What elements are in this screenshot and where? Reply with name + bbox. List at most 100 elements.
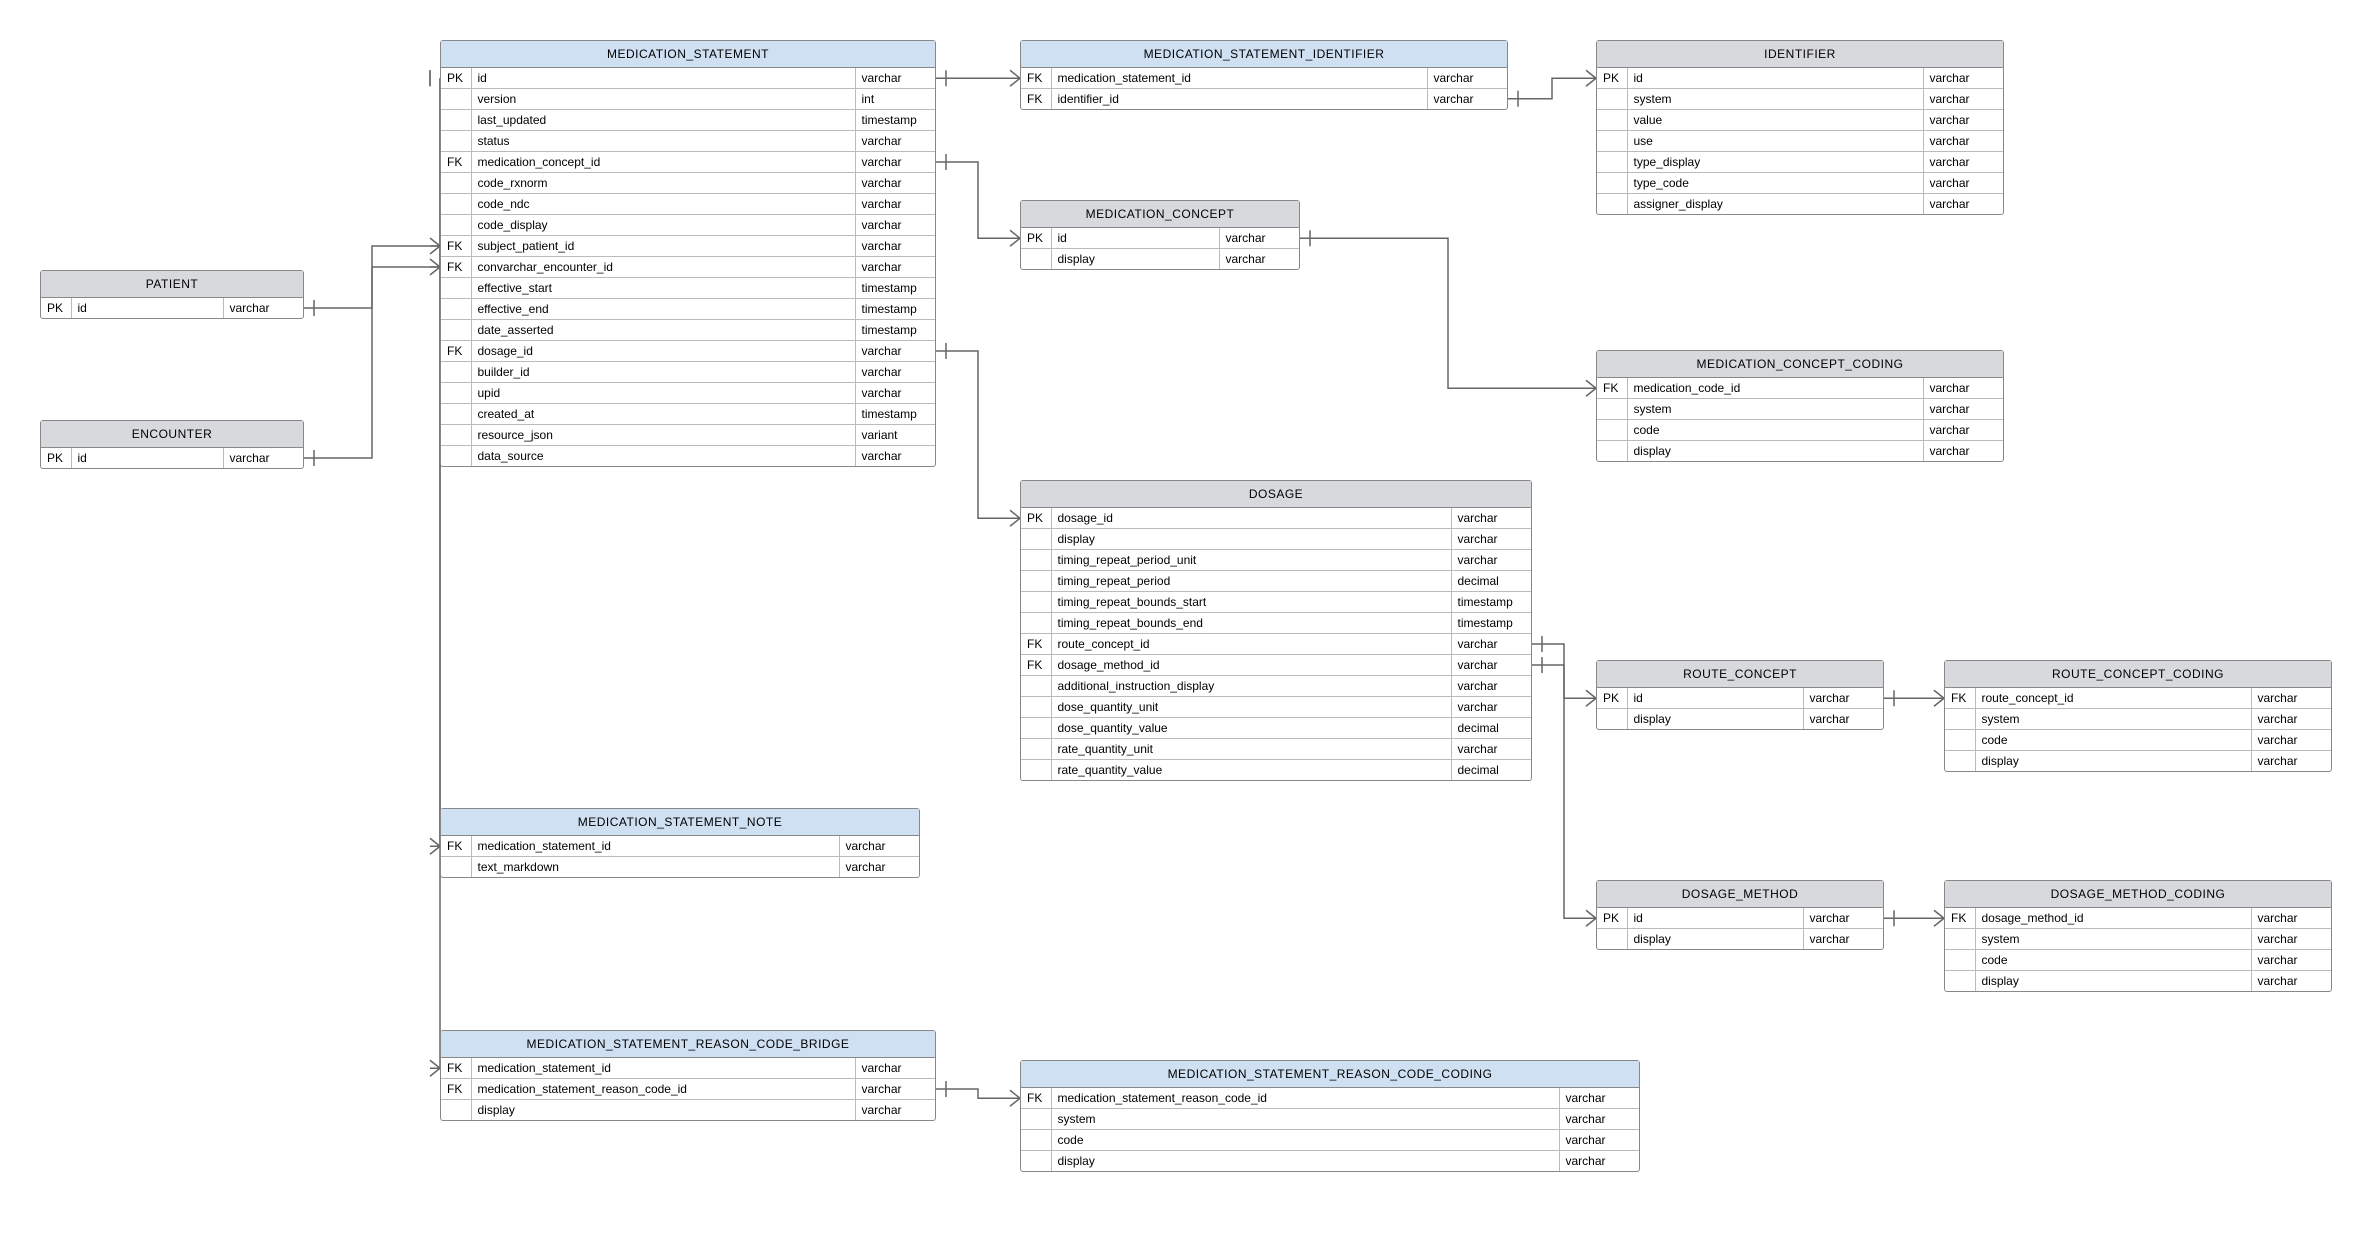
column-type: varchar bbox=[2251, 929, 2331, 950]
column-type: varchar bbox=[1451, 529, 1531, 550]
entity-patient[interactable]: PATIENTPKidvarchar bbox=[40, 270, 304, 319]
column-row: FKroute_concept_idvarchar bbox=[1021, 634, 1531, 655]
column-key bbox=[1021, 697, 1051, 718]
entity-medication_concept[interactable]: MEDICATION_CONCEPTPKidvarchardisplayvarc… bbox=[1020, 200, 1300, 270]
column-name: route_concept_id bbox=[1975, 688, 2251, 709]
column-type: varchar bbox=[855, 131, 935, 152]
column-name: id bbox=[1051, 228, 1219, 249]
column-key: FK bbox=[441, 836, 471, 857]
column-row: dose_quantity_unitvarchar bbox=[1021, 697, 1531, 718]
column-row: displayvarchar bbox=[1597, 441, 2003, 462]
column-name: route_concept_id bbox=[1051, 634, 1451, 655]
entity-title: DOSAGE bbox=[1021, 481, 1531, 508]
column-type: varchar bbox=[1219, 228, 1299, 249]
column-name: medication_statement_reason_code_id bbox=[471, 1079, 855, 1100]
column-key bbox=[1597, 441, 1627, 462]
entity-title: ENCOUNTER bbox=[41, 421, 303, 448]
entity-medication_statement[interactable]: MEDICATION_STATEMENTPKidvarcharversionin… bbox=[440, 40, 936, 467]
column-key: PK bbox=[41, 448, 71, 468]
entity-dosage[interactable]: DOSAGEPKdosage_idvarchardisplayvarcharti… bbox=[1020, 480, 1532, 781]
column-row: FKconvarchar_encounter_idvarchar bbox=[441, 257, 935, 278]
entity-route_concept[interactable]: ROUTE_CONCEPTPKidvarchardisplayvarchar bbox=[1596, 660, 1884, 730]
entity-medication_concept_coding[interactable]: MEDICATION_CONCEPT_CODINGFKmedication_co… bbox=[1596, 350, 2004, 462]
entity-dosage_method[interactable]: DOSAGE_METHODPKidvarchardisplayvarchar bbox=[1596, 880, 1884, 950]
entity-title: IDENTIFIER bbox=[1597, 41, 2003, 68]
column-row: FKmedication_code_idvarchar bbox=[1597, 378, 2003, 399]
column-row: systemvarchar bbox=[1597, 89, 2003, 110]
column-row: upidvarchar bbox=[441, 383, 935, 404]
column-key bbox=[1945, 971, 1975, 992]
column-name: convarchar_encounter_id bbox=[471, 257, 855, 278]
column-key bbox=[1021, 676, 1051, 697]
column-name: text_markdown bbox=[471, 857, 839, 878]
column-row: assigner_displayvarchar bbox=[1597, 194, 2003, 215]
column-type: varchar bbox=[1923, 131, 2003, 152]
column-row: systemvarchar bbox=[1945, 929, 2331, 950]
column-row: PKidvarchar bbox=[441, 68, 935, 89]
column-key bbox=[441, 131, 471, 152]
column-name: code bbox=[1051, 1130, 1559, 1151]
entity-medication_statement_identifier[interactable]: MEDICATION_STATEMENT_IDENTIFIERFKmedicat… bbox=[1020, 40, 1508, 110]
column-type: varchar bbox=[2251, 709, 2331, 730]
column-key: FK bbox=[1597, 378, 1627, 399]
column-name: timing_repeat_bounds_start bbox=[1051, 592, 1451, 613]
column-type: varchar bbox=[1559, 1109, 1639, 1130]
entity-title: MEDICATION_STATEMENT_NOTE bbox=[441, 809, 919, 836]
column-type: varchar bbox=[2251, 751, 2331, 772]
er-diagram-canvas: PATIENTPKidvarcharENCOUNTERPKidvarcharME… bbox=[0, 0, 2370, 1256]
column-name: value bbox=[1627, 110, 1923, 131]
column-row: displayvarchar bbox=[441, 1100, 935, 1121]
column-row: FKdosage_method_idvarchar bbox=[1021, 655, 1531, 676]
column-type: varchar bbox=[1451, 697, 1531, 718]
column-type: timestamp bbox=[855, 320, 935, 341]
column-row: FKroute_concept_idvarchar bbox=[1945, 688, 2331, 709]
column-row: code_rxnormvarchar bbox=[441, 173, 935, 194]
column-name: display bbox=[471, 1100, 855, 1121]
column-row: codevarchar bbox=[1597, 420, 2003, 441]
column-type: varchar bbox=[855, 173, 935, 194]
column-name: display bbox=[1627, 441, 1923, 462]
entity-columns: FKmedication_statement_idvarcharFKmedica… bbox=[441, 1058, 935, 1120]
column-name: display bbox=[1051, 249, 1219, 270]
column-name: code bbox=[1975, 950, 2251, 971]
column-row: PKidvarchar bbox=[1021, 228, 1299, 249]
column-row: FKmedication_statement_reason_code_idvar… bbox=[1021, 1088, 1639, 1109]
entity-route_concept_coding[interactable]: ROUTE_CONCEPT_CODINGFKroute_concept_idva… bbox=[1944, 660, 2332, 772]
column-key: PK bbox=[41, 298, 71, 318]
column-key bbox=[441, 425, 471, 446]
entity-dosage_method_coding[interactable]: DOSAGE_METHOD_CODINGFKdosage_method_idva… bbox=[1944, 880, 2332, 992]
column-key bbox=[441, 446, 471, 467]
column-row: displayvarchar bbox=[1597, 929, 1883, 950]
entity-medication_statement_reason_code_coding[interactable]: MEDICATION_STATEMENT_REASON_CODE_CODINGF… bbox=[1020, 1060, 1640, 1172]
column-key bbox=[441, 194, 471, 215]
column-name: upid bbox=[471, 383, 855, 404]
column-type: varchar bbox=[1451, 676, 1531, 697]
column-row: usevarchar bbox=[1597, 131, 2003, 152]
column-row: rate_quantity_unitvarchar bbox=[1021, 739, 1531, 760]
column-key: FK bbox=[441, 341, 471, 362]
column-type: decimal bbox=[1451, 718, 1531, 739]
column-row: displayvarchar bbox=[1945, 751, 2331, 772]
column-row: FKmedication_statement_reason_code_idvar… bbox=[441, 1079, 935, 1100]
column-type: decimal bbox=[1451, 571, 1531, 592]
column-key bbox=[1597, 173, 1627, 194]
column-type: varchar bbox=[1427, 68, 1507, 89]
column-row: data_sourcevarchar bbox=[441, 446, 935, 467]
column-key bbox=[1945, 730, 1975, 751]
entity-medication_statement_reason_code_bridge[interactable]: MEDICATION_STATEMENT_REASON_CODE_BRIDGEF… bbox=[440, 1030, 936, 1121]
column-name: builder_id bbox=[471, 362, 855, 383]
column-type: timestamp bbox=[855, 278, 935, 299]
column-row: statusvarchar bbox=[441, 131, 935, 152]
entity-title: MEDICATION_STATEMENT_IDENTIFIER bbox=[1021, 41, 1507, 68]
column-key bbox=[441, 404, 471, 425]
entity-title: MEDICATION_CONCEPT_CODING bbox=[1597, 351, 2003, 378]
entity-medication_statement_note[interactable]: MEDICATION_STATEMENT_NOTEFKmedication_st… bbox=[440, 808, 920, 878]
column-row: additional_instruction_displayvarchar bbox=[1021, 676, 1531, 697]
entity-encounter[interactable]: ENCOUNTERPKidvarchar bbox=[40, 420, 304, 469]
column-row: systemvarchar bbox=[1021, 1109, 1639, 1130]
entity-identifier[interactable]: IDENTIFIERPKidvarcharsystemvarcharvaluev… bbox=[1596, 40, 2004, 215]
column-type: varchar bbox=[2251, 730, 2331, 751]
column-type: varchar bbox=[1923, 89, 2003, 110]
column-name: display bbox=[1051, 529, 1451, 550]
entity-columns: PKidvarchardisplayvarchar bbox=[1597, 908, 1883, 949]
